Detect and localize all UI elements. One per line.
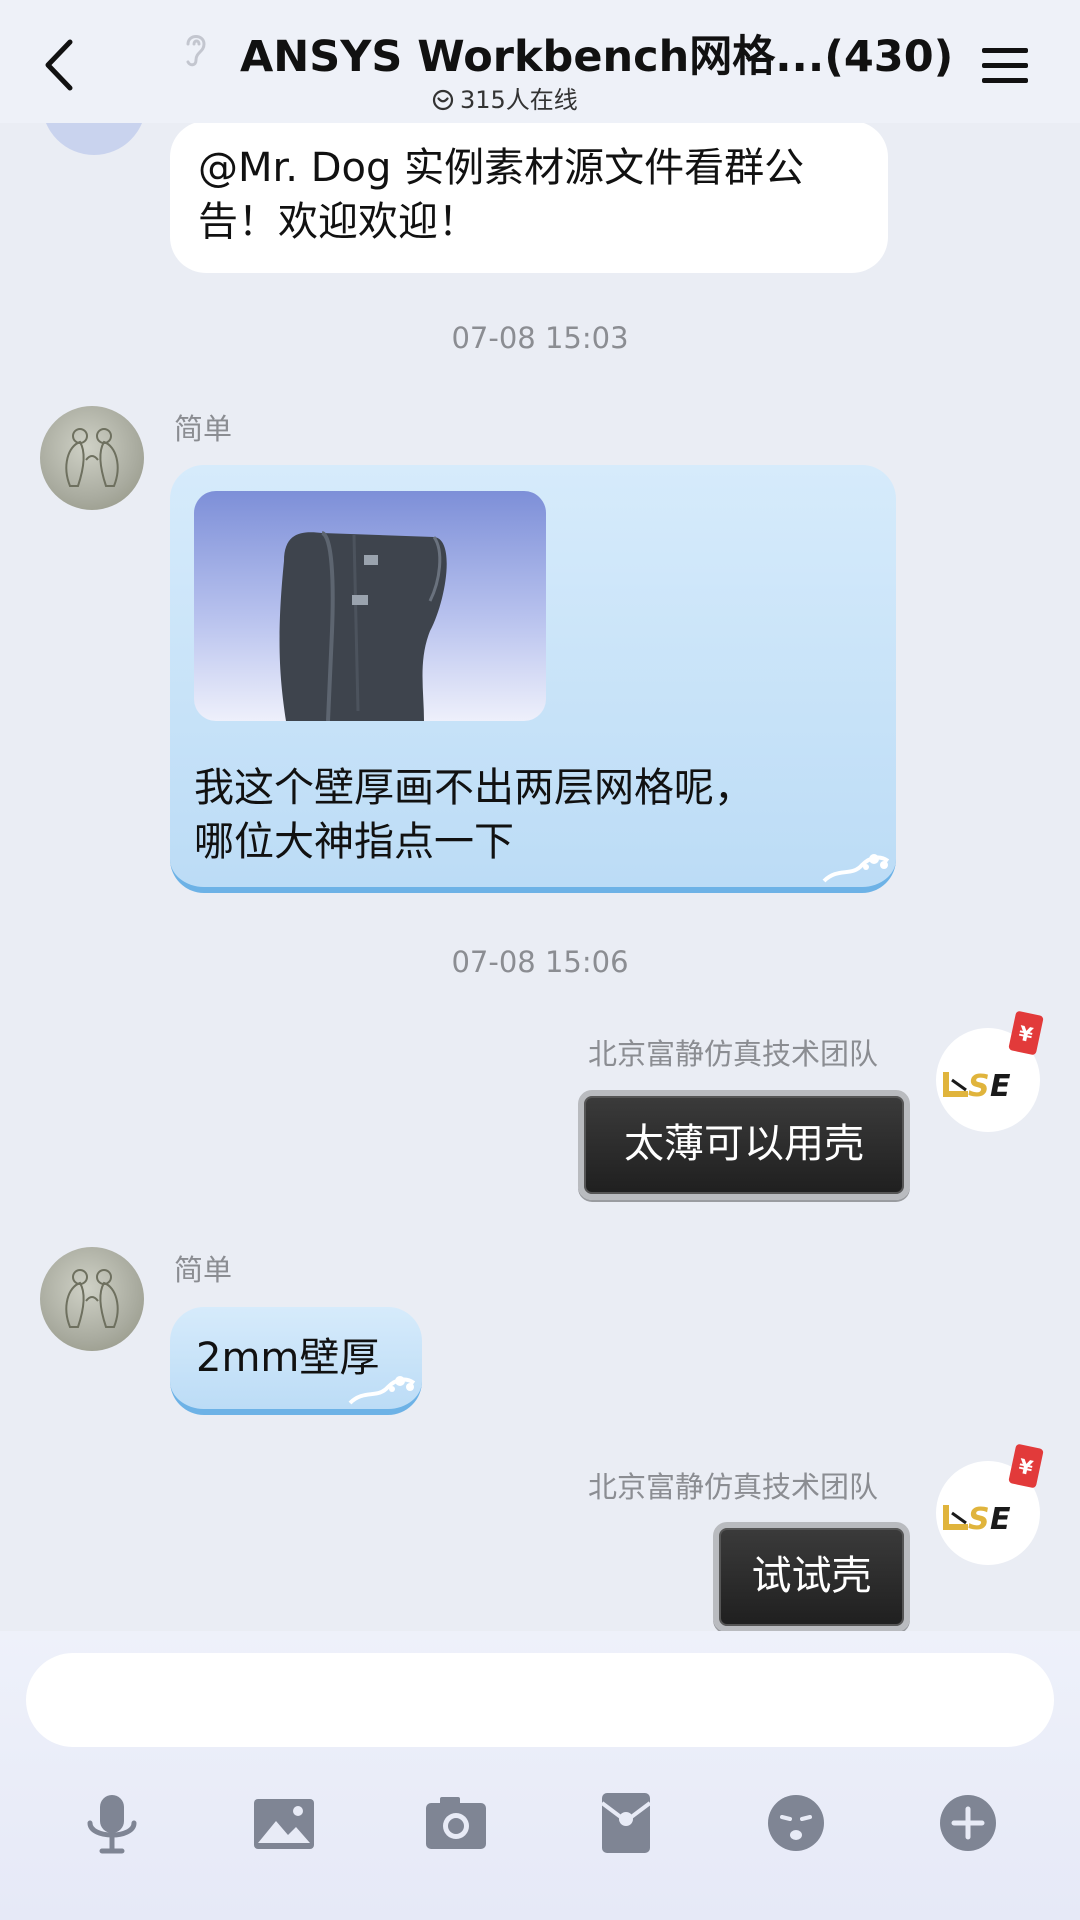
svg-text:E: E [990, 1502, 1011, 1537]
message-bubble[interactable]: 2mm壁厚 [170, 1307, 422, 1415]
voice-button[interactable] [72, 1783, 152, 1863]
sender-name: 北京富静仿真技术团队 [588, 1470, 879, 1504]
svg-text:S: S [968, 1502, 990, 1537]
message-text: 试试壳 [751, 1553, 872, 1599]
camera-icon [426, 1797, 486, 1849]
message-text-line: 哪位大神指点一下 [194, 819, 514, 865]
camera-button[interactable] [416, 1783, 496, 1863]
online-count: 315人在线 [460, 86, 578, 114]
hamburger-icon [982, 48, 1028, 83]
wave-decoration-icon [348, 1376, 416, 1405]
message-bubble[interactable]: 太薄可以用壳 [578, 1090, 910, 1200]
message-bubble[interactable]: 试试壳 [713, 1522, 910, 1631]
group-name: ANSYS Workbench网格... [240, 32, 825, 82]
message-text: @Mr. Dog 实例素材源文件看群公告！欢迎欢迎！ [198, 145, 805, 245]
image-icon [254, 1799, 314, 1849]
timestamp: 07-08 15:03 [451, 321, 629, 355]
member-count: (430) [824, 32, 954, 82]
sender-name: 简单 [174, 1253, 233, 1287]
avatar[interactable] [40, 1247, 144, 1351]
chat-header: ANSYS Workbench网格...(430) 315人在线 [0, 0, 1080, 123]
image-attachment[interactable] [194, 491, 546, 721]
message-text: 太薄可以用壳 [624, 1121, 864, 1167]
image-button[interactable] [244, 1783, 324, 1863]
menu-button[interactable] [980, 44, 1030, 88]
red-packet-icon [600, 1793, 652, 1853]
input-area [0, 1631, 1080, 1920]
chat-area[interactable]: @Mr. Dog 实例素材源文件看群公告！欢迎欢迎！ 07-08 15:03 简… [0, 123, 1080, 1631]
avatar[interactable] [42, 123, 146, 155]
online-status: 315人在线 [432, 80, 578, 115]
plus-icon [940, 1795, 996, 1851]
message-text-line: 我这个壁厚画不出两层网格呢， [194, 765, 754, 811]
ear-icon [186, 35, 206, 67]
emoji-button[interactable] [756, 1783, 836, 1863]
online-indicator-icon [432, 89, 454, 111]
svg-text:S: S [968, 1069, 990, 1104]
message-bubble[interactable]: 我这个壁厚画不出两层网格呢， 哪位大神指点一下 [170, 465, 896, 893]
sender-name: 北京富静仿真技术团队 [588, 1037, 879, 1071]
message-bubble[interactable]: @Mr. Dog 实例素材源文件看群公告！欢迎欢迎！ [170, 123, 888, 273]
chevron-left-icon [45, 39, 73, 91]
emoji-icon [768, 1795, 824, 1851]
avatar-drawing [65, 428, 119, 487]
timestamp: 07-08 15:06 [451, 945, 629, 979]
message-text: 我这个壁厚画不出两层网格呢， 哪位大神指点一下 [194, 761, 754, 869]
group-title[interactable]: ANSYS Workbench网格...(430) [240, 22, 953, 84]
avatar-drawing [65, 1269, 119, 1328]
more-button[interactable] [928, 1783, 1008, 1863]
wave-decoration-icon [822, 854, 890, 883]
red-packet-button[interactable] [586, 1783, 666, 1863]
svg-text:E: E [990, 1069, 1011, 1104]
back-button[interactable] [36, 36, 86, 94]
avatar[interactable] [40, 406, 144, 510]
message-input[interactable] [26, 1653, 1054, 1747]
microphone-icon [87, 1795, 137, 1854]
sender-name: 简单 [174, 412, 233, 446]
cad-model-thumbnail [279, 531, 447, 721]
